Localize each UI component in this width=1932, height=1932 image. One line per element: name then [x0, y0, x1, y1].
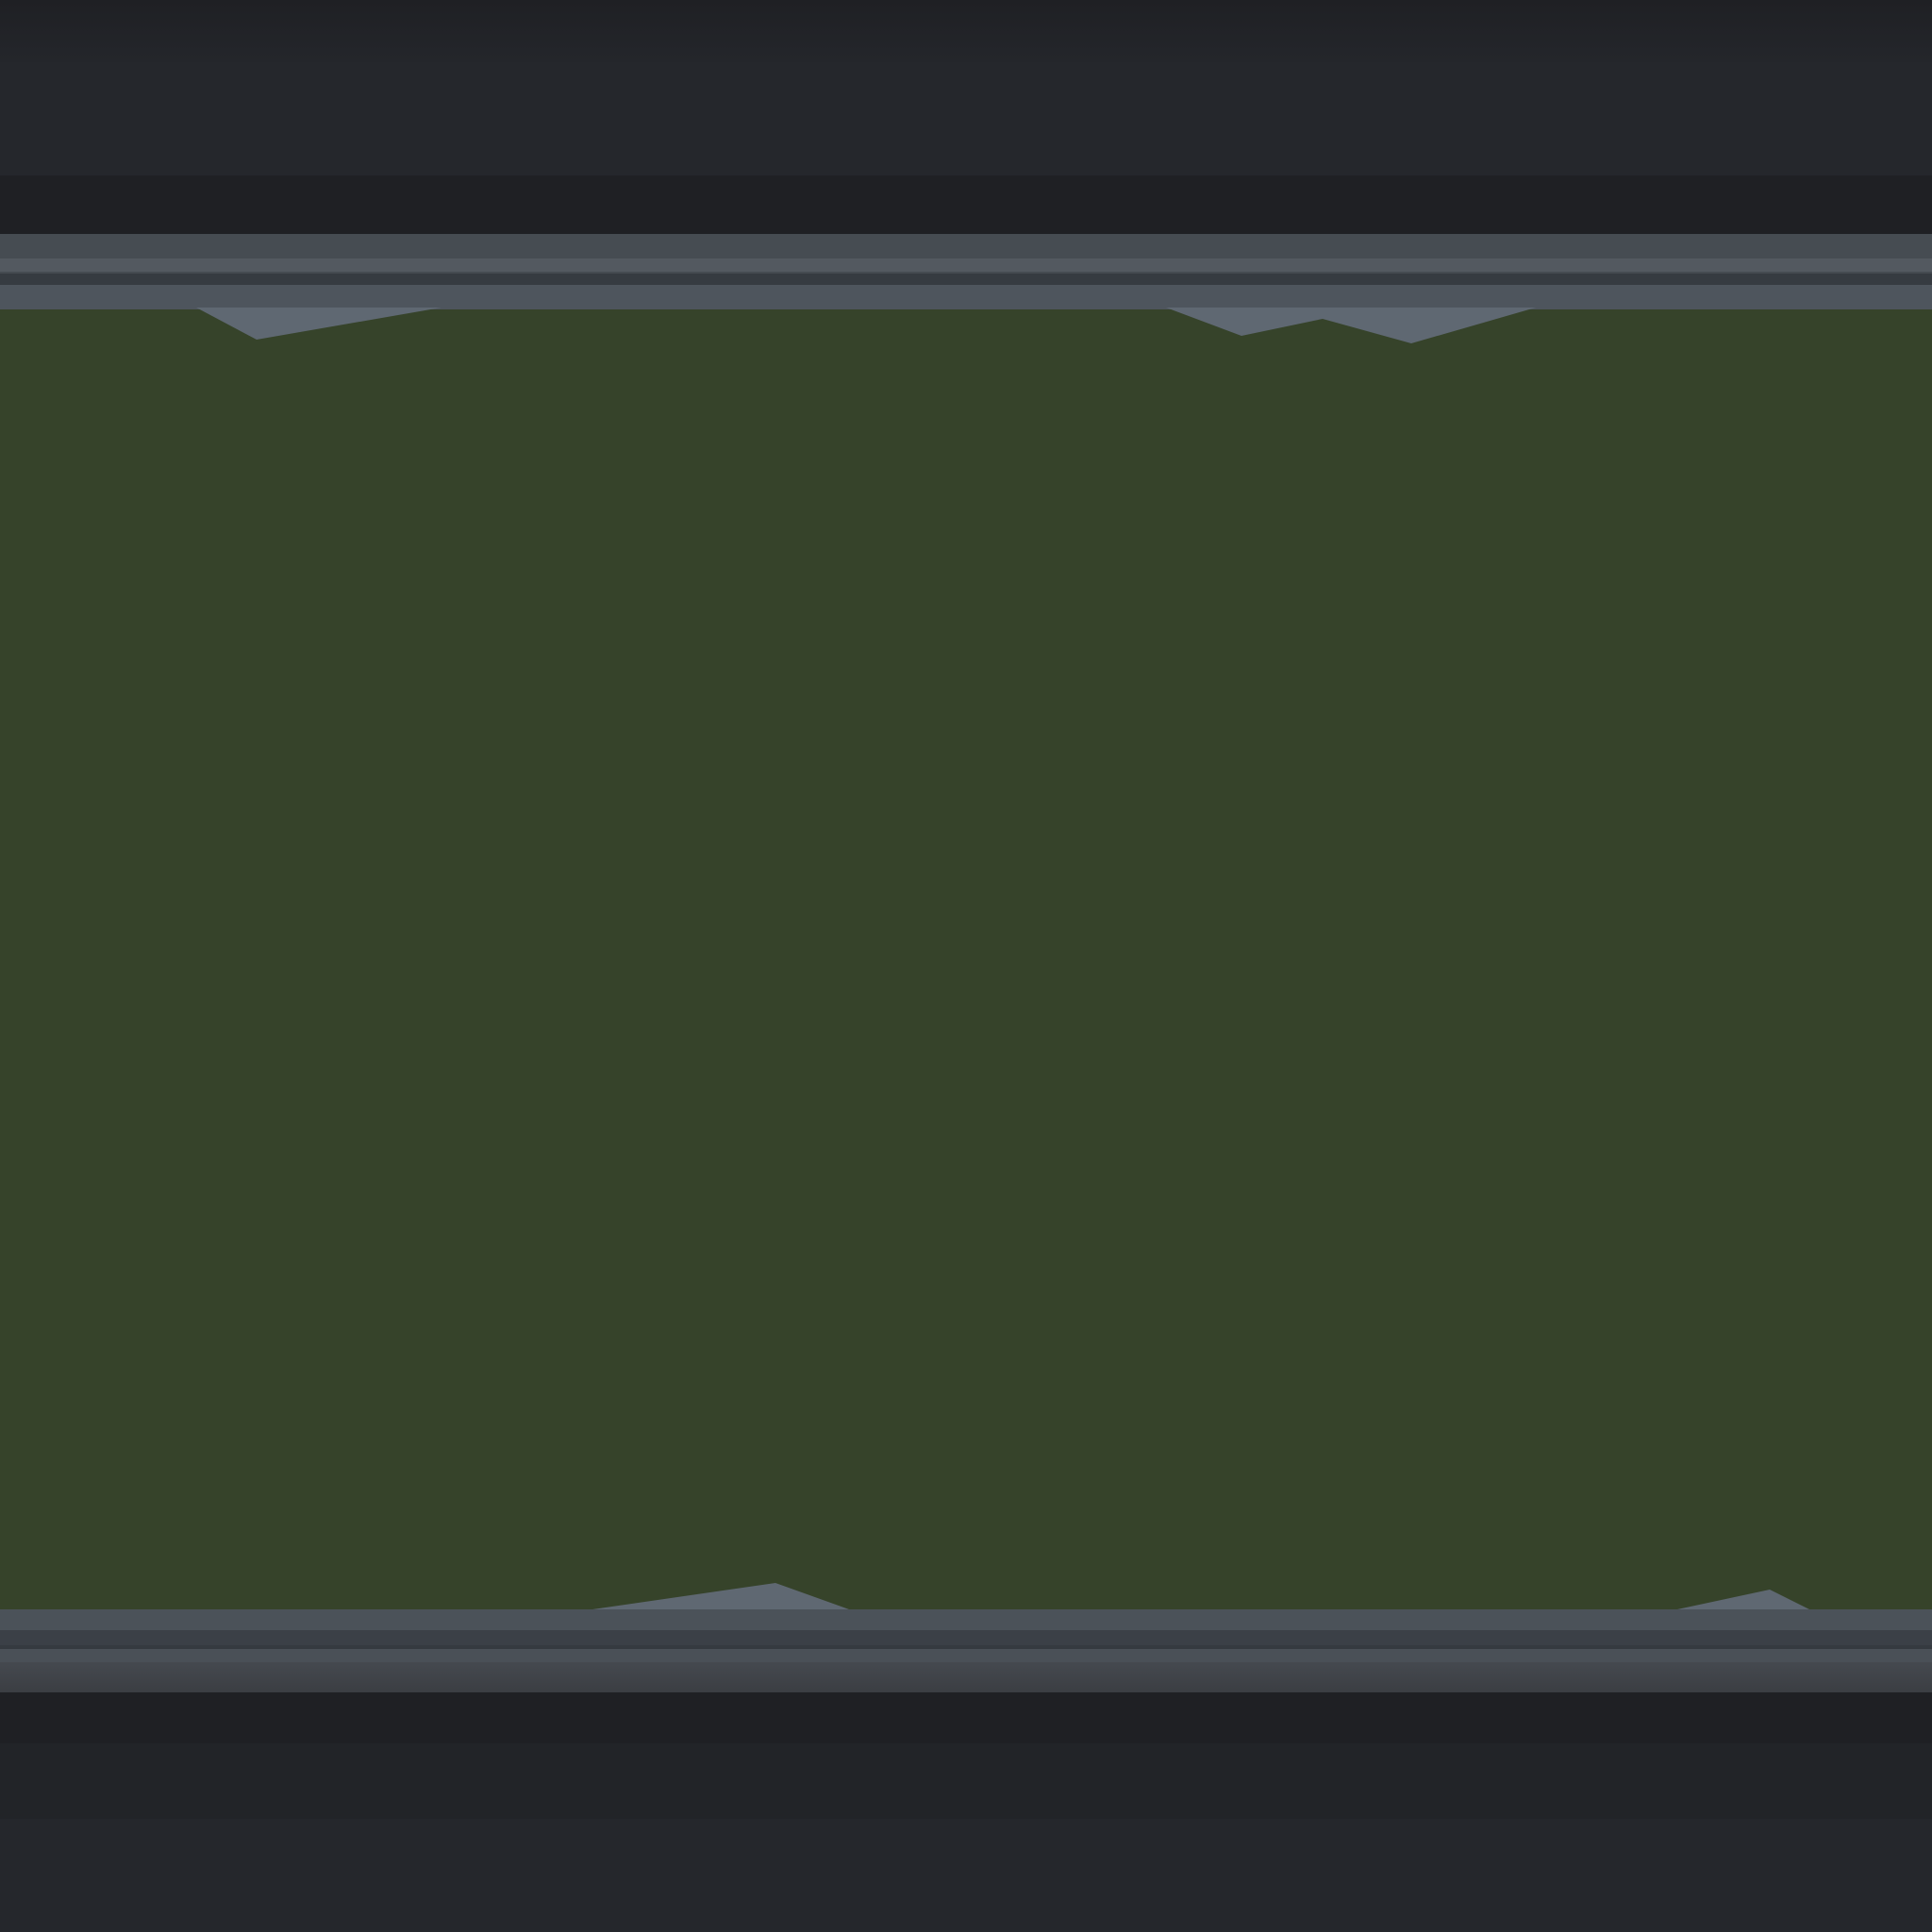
floor-spike: [592, 1583, 849, 1609]
floor-spike: [1677, 1590, 1809, 1609]
game-scene: [0, 0, 1932, 1932]
spike-layer: [196, 308, 1809, 1609]
ceiling-spike: [1166, 308, 1536, 343]
ceiling-spike: [196, 308, 441, 340]
